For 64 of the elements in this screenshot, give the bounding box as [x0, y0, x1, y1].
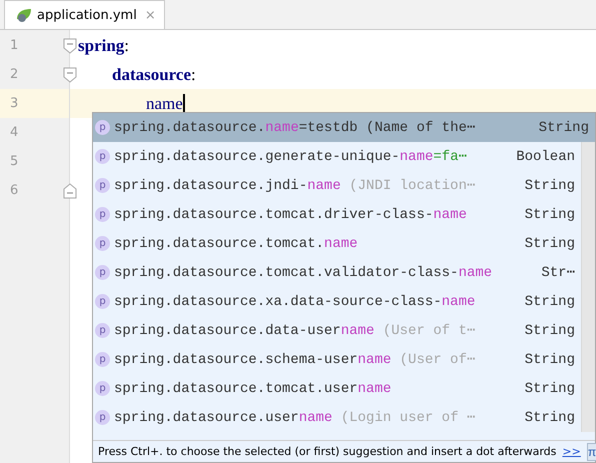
suggestion-item[interactable]: p spring.datasource.data-username (User of t⋯ String — [93, 316, 581, 345]
line-number: 1 — [10, 38, 18, 53]
suggestion-label: spring.datasource.jndi-name (JNDI location⋯ — [114, 177, 476, 194]
line-number: 6 — [10, 183, 18, 198]
suggestion-item[interactable]: p spring.datasource.jndi-name (JNDI location⋯ String — [93, 171, 581, 200]
more-link[interactable]: >> — [562, 445, 581, 458]
suggestion-label: spring.datasource.name=testdb (Name of the⋯ — [114, 119, 476, 136]
type-label: String — [524, 206, 575, 222]
pin-button[interactable]: π — [586, 442, 596, 460]
suggestion-label: spring.datasource.tomcat.name — [114, 236, 359, 252]
type-label: String — [538, 120, 589, 136]
suggestion-item[interactable]: p spring.datasource.tomcat.name String — [93, 229, 581, 258]
suggestion-item[interactable]: p spring.datasource.tomcat.username String — [93, 374, 581, 403]
property-icon: p — [95, 410, 110, 425]
type-label: Str⋯ — [541, 264, 575, 281]
line-number: 4 — [10, 125, 18, 140]
suggestion-label: spring.datasource.tomcat.driver-class-name — [114, 206, 468, 222]
type-label: String — [524, 410, 575, 426]
suggestion-item[interactable]: p spring.datasource.name=testdb (Name of the⋯ String — [93, 113, 595, 142]
type-label: String — [524, 322, 575, 338]
scrollbar[interactable] — [581, 142, 595, 432]
code-text: spring: — [78, 36, 130, 56]
suggestion-label: spring.datasource.tomcat.username — [114, 380, 392, 396]
suggestion-label: spring.datasource.xa.data-source-class-name — [114, 294, 476, 310]
file-tab[interactable]: application.yml × — [4, 0, 165, 29]
type-label: String — [524, 380, 575, 396]
suggestion-label: spring.datasource.tomcat.validator-class-name — [114, 264, 494, 280]
suggestion-label: spring.datasource.generate-unique-name=fa⋯ — [114, 148, 468, 165]
type-label: String — [524, 294, 575, 310]
type-label: String — [524, 236, 575, 252]
footer-hint: Press Ctrl+. to choose the selected (or first) suggestion and insert a dot afterwards — [98, 445, 556, 458]
property-icon: p — [95, 323, 110, 338]
type-label: String — [524, 352, 575, 368]
text-caret — [182, 94, 185, 114]
line-number: 2 — [10, 67, 18, 82]
suggestion-item[interactable]: p spring.datasource.tomcat.driver-class-name String — [93, 200, 581, 229]
property-icon: p — [95, 120, 110, 135]
property-icon: p — [95, 236, 110, 251]
property-icon: p — [95, 381, 110, 396]
line-number: 3 — [10, 96, 18, 111]
property-icon: p — [95, 207, 110, 222]
suggestion-label: spring.datasource.data-username (User of t⋯ — [114, 322, 476, 339]
suggestion-item[interactable]: p spring.datasource.schema-username (User of⋯ String — [93, 345, 581, 374]
tab-title: application.yml — [37, 8, 137, 22]
fold-icon[interactable] — [63, 182, 77, 198]
line-number: 5 — [10, 154, 18, 169]
fold-icon[interactable] — [63, 66, 77, 82]
suggestion-item[interactable]: p spring.datasource.xa.data-source-class-name String — [93, 287, 581, 316]
suggestion-item[interactable]: p spring.datasource.username (Login user of ⋯ String — [93, 403, 581, 432]
fold-icon[interactable] — [63, 38, 77, 54]
code-text: datasource: — [112, 64, 196, 84]
code-text: name — [146, 94, 183, 114]
suggestion-item[interactable]: p spring.datasource.tomcat.validator-class-name Str⋯ — [93, 258, 581, 287]
property-icon: p — [95, 294, 110, 309]
type-label: String — [524, 178, 575, 194]
leaf-icon — [15, 7, 33, 23]
property-icon: p — [95, 352, 110, 367]
suggestion-item[interactable]: p spring.datasource.generate-unique-name=fa⋯ Boolean — [93, 142, 581, 171]
suggestion-label: spring.datasource.schema-username (User of⋯ — [114, 351, 476, 368]
property-icon: p — [95, 178, 110, 193]
suggestion-label: spring.datasource.username (Login user of ⋯ — [114, 409, 476, 426]
property-icon: p — [95, 149, 110, 164]
property-icon: p — [95, 265, 110, 280]
type-label: Boolean — [516, 148, 575, 164]
